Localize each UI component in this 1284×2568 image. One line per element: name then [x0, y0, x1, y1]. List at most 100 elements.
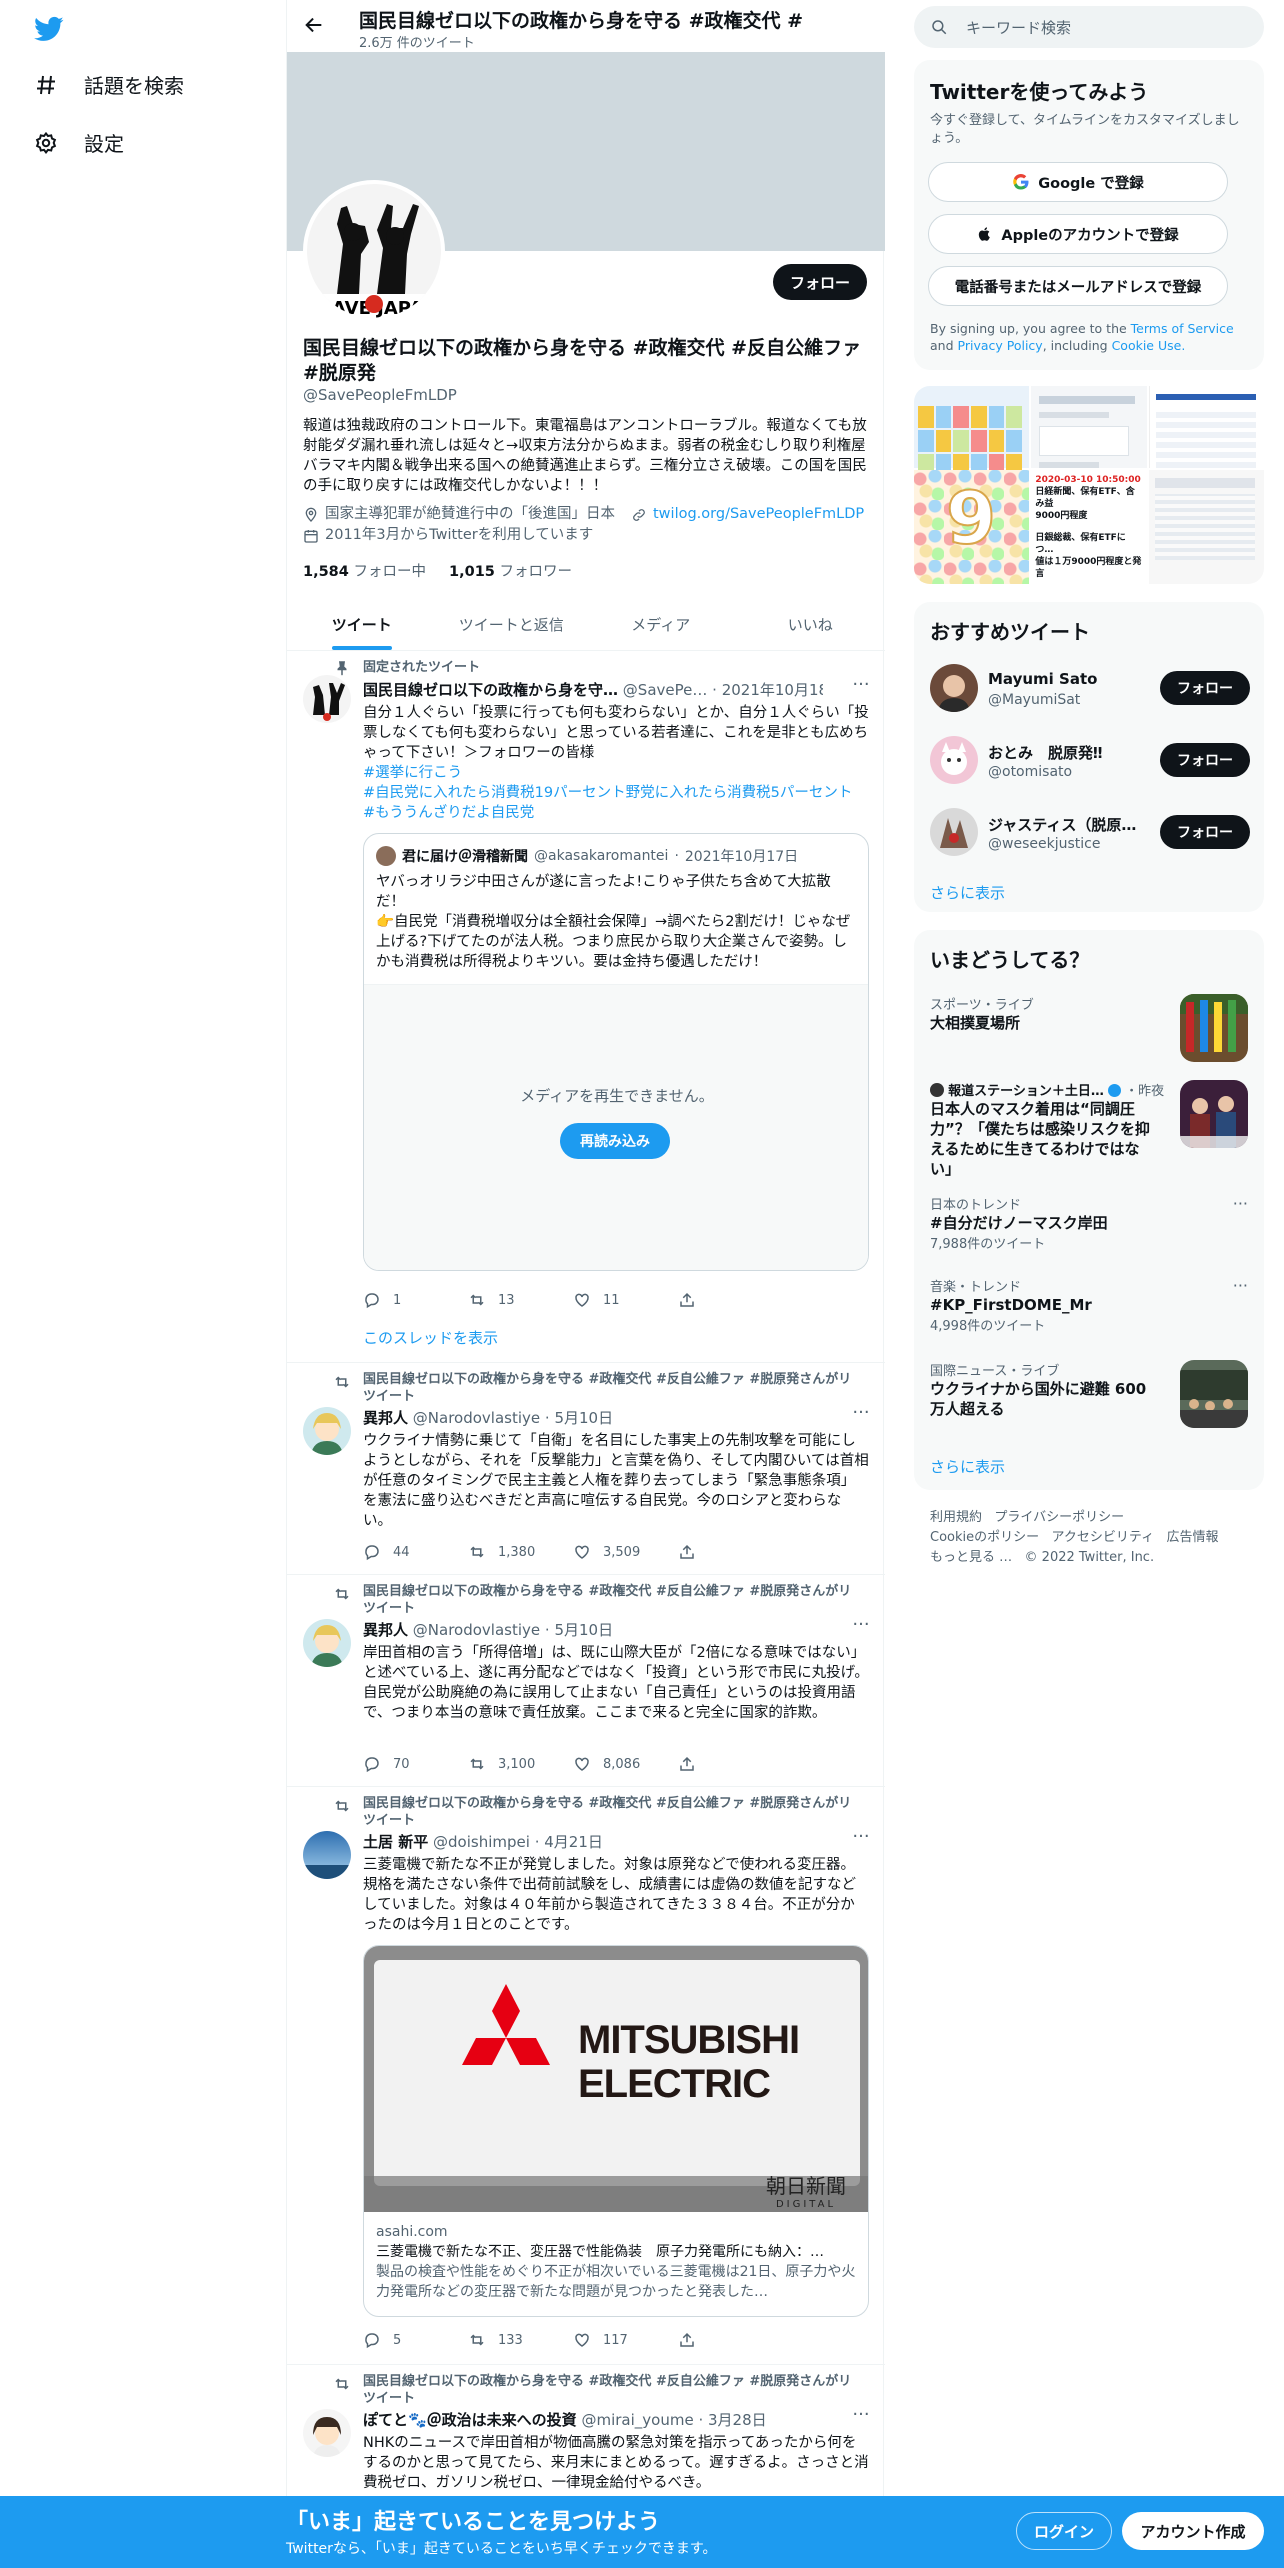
link-card[interactable]: MITSUBISHI ELECTRIC 朝日新聞 DIGITAL asahi.c… — [363, 1945, 869, 2317]
tweet-avatar[interactable] — [303, 2409, 351, 2457]
like-button[interactable]: 117 — [573, 2331, 678, 2349]
like-button[interactable]: 11 — [573, 1291, 678, 1309]
footer-privacy[interactable]: プライバシーポリシー — [994, 1510, 1124, 1525]
tab-tweets-replies[interactable]: ツイートと返信 — [437, 598, 587, 650]
footer-cookie[interactable]: Cookieのポリシー — [930, 1530, 1039, 1545]
share-button[interactable] — [678, 1755, 783, 1773]
like-button[interactable]: 8,086 — [573, 1755, 678, 1773]
twitter-logo-icon[interactable] — [34, 14, 64, 44]
tweet-author-handle[interactable]: @doishimpei — [433, 1833, 530, 1851]
terms-link[interactable]: Terms of Service — [1131, 321, 1234, 336]
more-icon[interactable]: ··· — [851, 2406, 871, 2429]
retweet-button[interactable]: 13 — [468, 1291, 573, 1309]
show-more-link[interactable]: さらに表示 — [930, 1456, 1005, 1477]
follow-button[interactable]: フォロー — [1160, 671, 1250, 705]
following-link[interactable]: 1,584 フォロー中 — [303, 564, 426, 580]
footer-accessibility[interactable]: アクセシビリティ — [1052, 1530, 1155, 1545]
quoted-tweet[interactable]: 君に届け＠滑稽新聞 @akasakaromantei · 2021年10月17日… — [363, 833, 869, 1271]
account-avatar[interactable] — [930, 736, 978, 784]
tab-likes[interactable]: いいね — [736, 598, 886, 650]
more-icon[interactable]: ··· — [1233, 1276, 1248, 1295]
like-button[interactable]: 3,509 — [573, 1543, 678, 1561]
show-thread-link[interactable]: このスレッドを表示 — [363, 1327, 498, 1348]
profile-url[interactable]: twilog.org/SavePeopleFmLDP — [653, 504, 864, 525]
privacy-link[interactable]: Privacy Policy — [958, 338, 1043, 353]
tweet-author-name[interactable]: 国民目線ゼロ以下の政権から身を守… — [363, 681, 618, 699]
follow-button[interactable]: フォロー — [773, 264, 867, 300]
media-thumb[interactable] — [1148, 470, 1264, 584]
reply-button[interactable]: 44 — [363, 1543, 468, 1561]
google-signup-button[interactable]: Google で登録 — [928, 162, 1228, 202]
back-arrow-icon[interactable] — [303, 14, 325, 36]
search-input[interactable]: キーワード検索 — [914, 6, 1264, 48]
tweet-date[interactable]: 4月21日 — [544, 1833, 603, 1851]
retweet-context[interactable]: 国民目線ゼロ以下の政権から身を守る #政権交代 #反自公維ファ #脱原発さんがリ… — [363, 2373, 863, 2407]
footer-terms[interactable]: 利用規約 — [930, 1510, 982, 1525]
tweet-date[interactable]: 3月28日 — [708, 2411, 767, 2429]
retweet-button[interactable]: 3,100 — [468, 1755, 573, 1773]
tweet-retweeted[interactable]: 国民目線ゼロ以下の政権から身を守る #政権交代 #反自公維ファ #脱原発さんがリ… — [287, 1363, 885, 1575]
account-avatar[interactable] — [930, 664, 978, 712]
tweet-retweeted[interactable]: 国民目線ゼロ以下の政権から身を守る #政権交代 #反自公維ファ #脱原発さんがリ… — [287, 1787, 885, 2365]
footer-more[interactable]: もっと見る … — [930, 1550, 1012, 1565]
apple-signup-button[interactable]: Appleのアカウントで登録 — [928, 214, 1228, 254]
follow-button[interactable]: フォロー — [1160, 815, 1250, 849]
account-avatar[interactable] — [930, 808, 978, 856]
tweet-avatar[interactable] — [303, 1619, 351, 1667]
trend-item[interactable]: 報道ステーション＋土日… ・昨夜 日本人のマスク着用は“同調圧力”？「僕たちは感… — [930, 1080, 1248, 1178]
tweet-date[interactable]: 5月10日 — [554, 1621, 613, 1639]
share-button[interactable] — [678, 1543, 783, 1561]
tweet-author-name[interactable]: 異邦人 — [363, 1409, 408, 1427]
retweet-context[interactable]: 国民目線ゼロ以下の政権から身を守る #政権交代 #反自公維ファ #脱原発さんがリ… — [363, 1583, 863, 1617]
more-icon[interactable]: ··· — [851, 1404, 871, 1427]
tweet-author-name[interactable]: 土居 新平 — [363, 1833, 428, 1851]
retweet-context[interactable]: 国民目線ゼロ以下の政権から身を守る #政権交代 #反自公維ファ #脱原発さんがリ… — [363, 1795, 863, 1829]
trend-item[interactable]: 国際ニュース・ライブ ウクライナから国外に避難 600万人超える — [930, 1360, 1248, 1430]
nav-settings[interactable]: 設定 — [34, 128, 124, 157]
reply-button[interactable]: 1 — [363, 1291, 468, 1309]
cookie-link[interactable]: Cookie Use. — [1112, 338, 1186, 353]
more-icon[interactable]: ··· — [851, 1616, 871, 1639]
tweet-date[interactable]: 5月10日 — [554, 1409, 613, 1427]
hashtag-link[interactable]: #自民党に入れたら消費税19パーセント野党に入れたら消費税5パーセント — [363, 783, 869, 803]
tweet-author-handle[interactable]: @Narodovlastiye — [413, 1409, 540, 1427]
trend-item[interactable]: 音楽・トレンド #KP_FirstDOME_Mr 4,998件のツイート ··· — [930, 1276, 1248, 1336]
tweet-pinned[interactable]: 固定されたツイート 国民目線ゼロ以下の政権から身を守… @SavePe… · 2… — [287, 651, 885, 1363]
share-button[interactable] — [678, 1291, 783, 1309]
retweet-button[interactable]: 133 — [468, 2331, 573, 2349]
trend-item[interactable]: スポーツ・ライブ 大相撲夏場所 — [930, 994, 1248, 1064]
tweet-author-name[interactable]: 異邦人 — [363, 1621, 408, 1639]
more-icon[interactable]: ··· — [851, 676, 871, 699]
tab-tweets[interactable]: ツイート — [287, 598, 437, 650]
tweet-avatar[interactable] — [303, 675, 351, 723]
phone-signup-button[interactable]: 電話番号またはメールアドレスで登録 — [928, 266, 1228, 306]
show-more-link[interactable]: さらに表示 — [930, 882, 1005, 903]
media-thumb[interactable]: 2020-03-10 10:50:00 日経新聞、保有ETF、含み益 9000円… — [1031, 470, 1147, 584]
tweet-avatar[interactable] — [303, 1831, 351, 1879]
retweet-context[interactable]: 国民目線ゼロ以下の政権から身を守る #政権交代 #反自公維ファ #脱原発さんがリ… — [363, 1371, 863, 1405]
tab-media[interactable]: メディア — [586, 598, 736, 650]
tweet-author-handle[interactable]: @SavePe… — [623, 681, 708, 699]
tweet-retweeted[interactable]: 国民目線ゼロ以下の政権から身を守る #政権交代 #反自公維ファ #脱原発さんがリ… — [287, 1575, 885, 1787]
media-thumb[interactable] — [914, 386, 1030, 476]
tweet-author-name[interactable]: ぽてと🐾＠政治は未来への投資 — [363, 2411, 577, 2429]
reload-button[interactable]: 再読み込み — [560, 1123, 670, 1159]
recommended-account[interactable]: おとみ 脱原発‼ @otomisato フォロー — [930, 732, 1250, 788]
nav-explore[interactable]: 話題を検索 — [34, 70, 184, 99]
recommended-account[interactable]: ジャスティス（脱原… @weseekjustice フォロー — [930, 804, 1250, 860]
media-thumb[interactable]: 9 — [914, 470, 1030, 584]
tweet-author-handle[interactable]: @Narodovlastiye — [413, 1621, 540, 1639]
tweet-retweeted[interactable]: 国民目線ゼロ以下の政権から身を守る #政権交代 #反自公維ファ #脱原発さんがリ… — [287, 2365, 885, 2496]
tweet-avatar[interactable] — [303, 1407, 351, 1455]
reply-button[interactable]: 70 — [363, 1755, 468, 1773]
hashtag-link[interactable]: #もううんざりだよ自民党 — [363, 803, 869, 823]
reply-button[interactable]: 5 — [363, 2331, 468, 2349]
hashtag-link[interactable]: #選挙に行こう — [363, 763, 869, 783]
media-thumb[interactable] — [1148, 386, 1264, 468]
recommended-account[interactable]: Mayumi Sato @MayumiSat フォロー — [930, 660, 1250, 716]
more-icon[interactable]: ··· — [851, 1828, 871, 1851]
more-icon[interactable]: ··· — [1233, 1194, 1248, 1213]
media-thumb[interactable] — [1031, 386, 1147, 468]
signup-button[interactable]: アカウント作成 — [1122, 2512, 1264, 2550]
share-button[interactable] — [678, 2331, 783, 2349]
